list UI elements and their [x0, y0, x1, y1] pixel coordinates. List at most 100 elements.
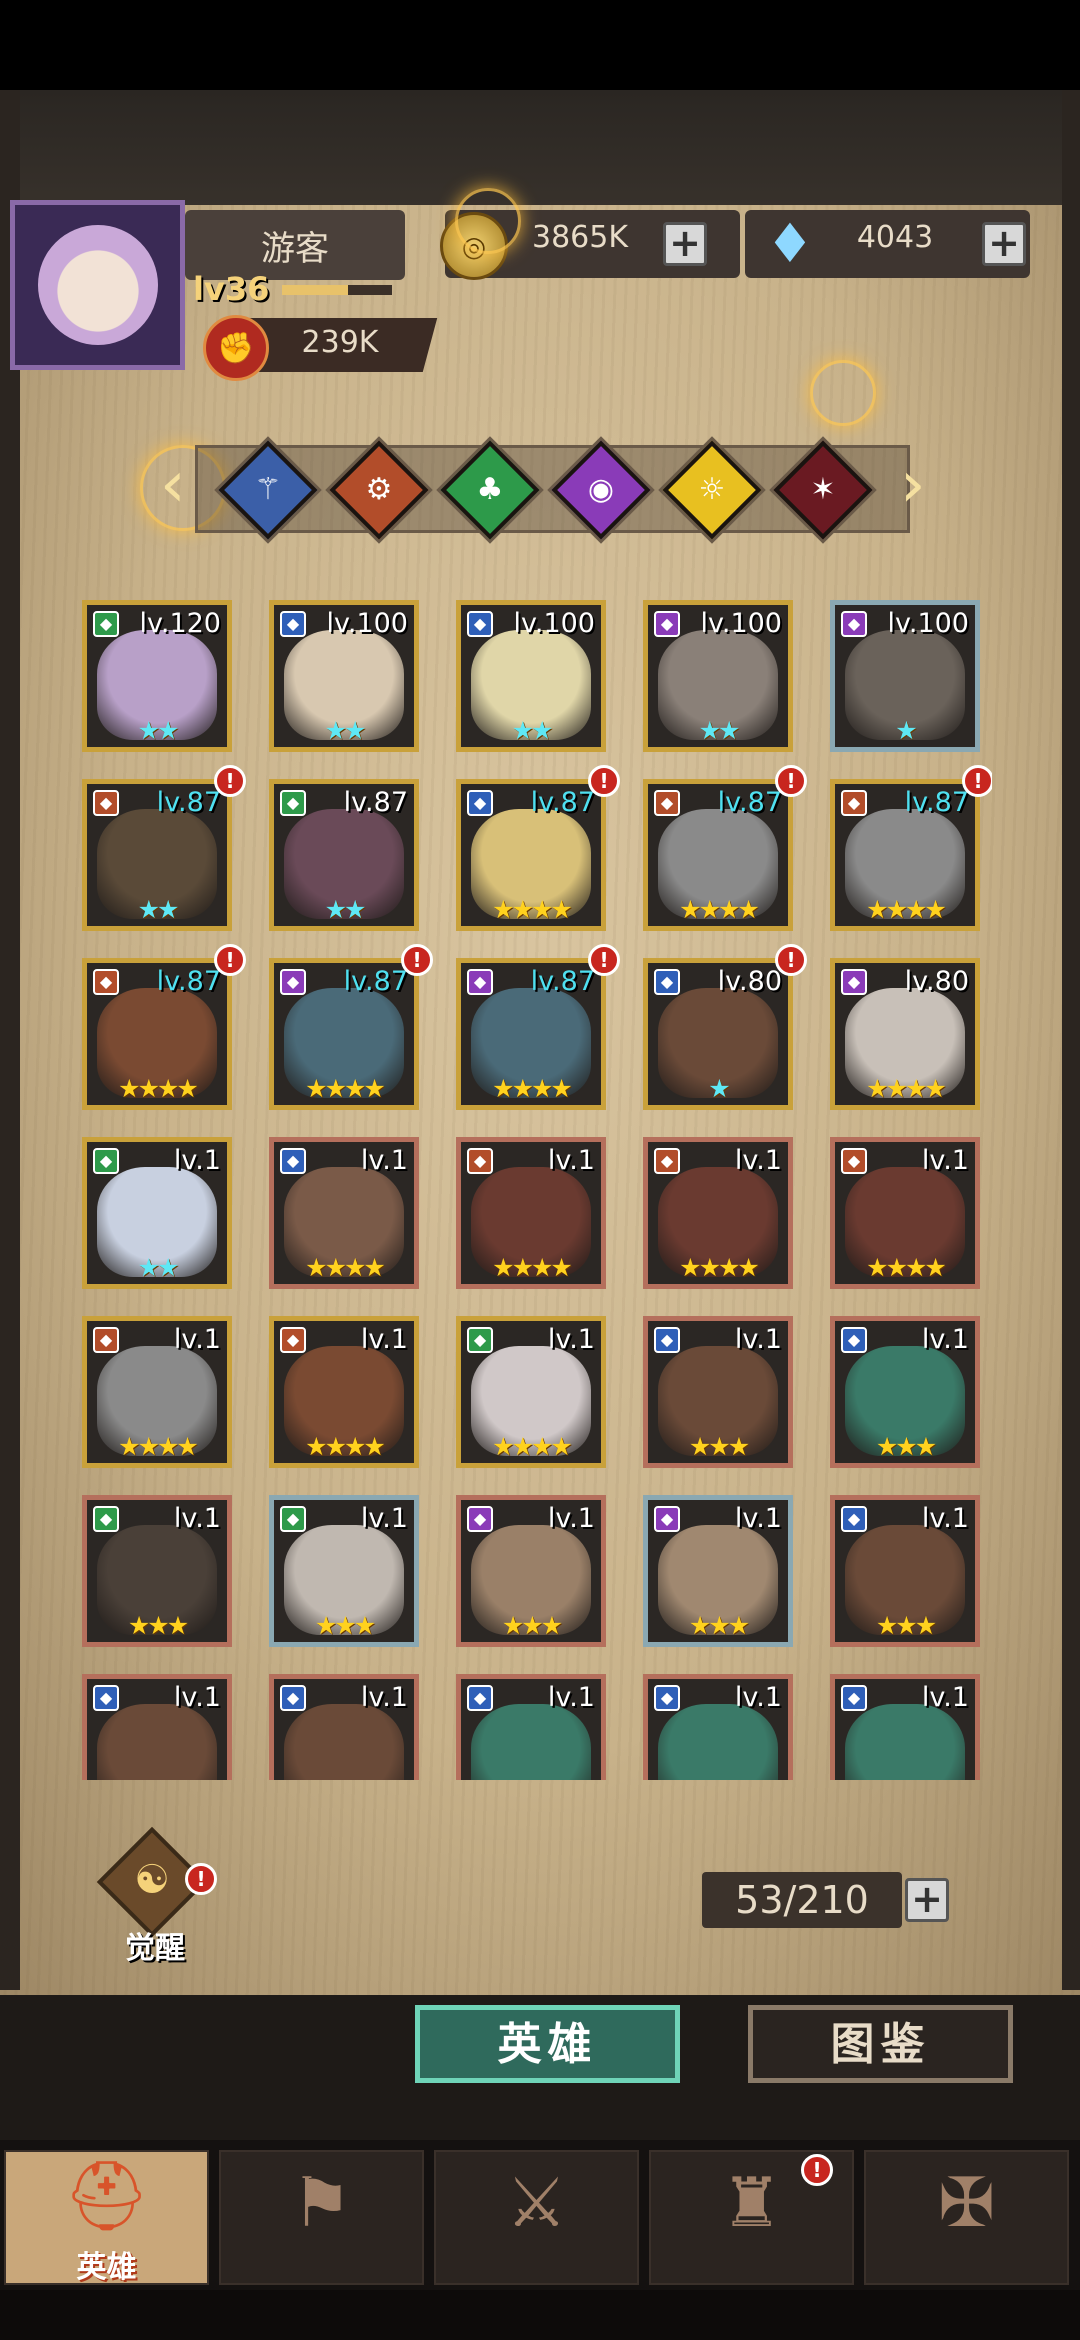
power-value: 239K	[301, 325, 379, 360]
hero-class-icon: ◆	[841, 1506, 867, 1532]
hero-star-rating: ★★★★	[118, 1074, 199, 1103]
hero-card[interactable]: ◆ lv.1	[269, 1674, 419, 1780]
hero-class-icon: ◆	[841, 1148, 867, 1174]
hero-card[interactable]: ◆ lv.87 ★★★★	[456, 958, 606, 1110]
hero-level: lv.80	[904, 966, 969, 997]
hero-card[interactable]: ◆ lv.1 ★★★★	[643, 1137, 793, 1289]
hero-card[interactable]: ◆ lv.1 ★★★★	[456, 1316, 606, 1468]
hero-card[interactable]: ◆ lv.80 ★★★★	[830, 958, 980, 1110]
nav-item-knight-helmet[interactable]: ⛑ 英雄	[4, 2150, 209, 2285]
hero-level: lv.1	[547, 1682, 595, 1713]
hero-star-rating: ★★★★	[492, 1074, 573, 1103]
hero-star-rating: ★★★★	[679, 895, 760, 924]
hero-class-icon: ◆	[841, 611, 867, 637]
hero-class-icon: ◆	[654, 790, 680, 816]
nav-item-banner-flag[interactable]: ⚑	[219, 2150, 424, 2285]
hero-card[interactable]: ◆ lv.1	[456, 1674, 606, 1780]
hero-level: lv.1	[173, 1324, 221, 1355]
hero-class-icon: ◆	[654, 1148, 680, 1174]
hero-class-icon: ◆	[280, 1148, 306, 1174]
hero-card[interactable]: ◆ lv.87 ★★★★	[643, 779, 793, 931]
eye-icon: ◉	[587, 472, 615, 507]
hero-level: lv.1	[173, 1145, 221, 1176]
add-gold-button[interactable]: +	[663, 222, 707, 266]
awaken-button[interactable]: ☯ 觉醒 !	[95, 1826, 217, 1966]
clover-icon: ♣	[476, 472, 504, 507]
hero-level: lv.87	[343, 966, 408, 997]
alert-badge: !	[401, 944, 433, 976]
hero-class-icon: ◆	[467, 611, 493, 637]
hero-class-icon: ◆	[280, 1506, 306, 1532]
nav-item-castle-tower[interactable]: ♜!	[649, 2150, 854, 2285]
hero-star-rating: ★★★★	[118, 1432, 199, 1461]
hero-card[interactable]: ◆ lv.87 ★★	[82, 779, 232, 931]
hero-class-icon: ◆	[93, 790, 119, 816]
hero-card[interactable]: ◆ lv.87 ★★	[269, 779, 419, 931]
hero-card[interactable]: ◆ lv.1 ★★★	[643, 1316, 793, 1468]
tab-heroes[interactable]: 英雄	[415, 2005, 680, 2083]
hero-card[interactable]: ◆ lv.1 ★★★	[830, 1316, 980, 1468]
hero-card[interactable]: ◆ lv.1 ★★	[82, 1137, 232, 1289]
hero-level: lv.1	[734, 1682, 782, 1713]
hero-count-text: 53/210	[735, 1878, 869, 1922]
hero-star-rating: ★★★★	[492, 1253, 573, 1282]
hero-card[interactable]: ◆ lv.87 ★★★★	[456, 779, 606, 931]
hero-level: lv.1	[734, 1324, 782, 1355]
alert-badge: !	[588, 944, 620, 976]
hero-card[interactable]: ◆ lv.1	[643, 1674, 793, 1780]
hero-card[interactable]: ◆ lv.1 ★★★★	[269, 1137, 419, 1289]
hero-card[interactable]: ◆ lv.100 ★★	[456, 600, 606, 752]
hero-card[interactable]: ◆ lv.87 ★★★★	[830, 779, 980, 931]
hero-class-icon: ◆	[467, 790, 493, 816]
hero-card[interactable]: ◆ lv.1 ★★★★	[456, 1137, 606, 1289]
hero-class-icon: ◆	[280, 611, 306, 637]
hero-level: lv.87	[156, 966, 221, 997]
hero-card[interactable]: ◆ lv.120 ★★	[82, 600, 232, 752]
status-bar	[0, 0, 1080, 90]
hero-card[interactable]: ◆ lv.1 ★★★★	[269, 1316, 419, 1468]
hero-card[interactable]: ◆ lv.100 ★★	[643, 600, 793, 752]
hero-level: lv.1	[547, 1324, 595, 1355]
hero-star-rating: ★★	[324, 895, 367, 924]
hero-level: lv.87	[343, 787, 408, 818]
hero-card[interactable]: ◆ lv.1	[82, 1674, 232, 1780]
hero-class-icon: ◆	[280, 1685, 306, 1711]
hero-level: lv.1	[921, 1682, 969, 1713]
arrow-right-icon[interactable]: ›	[900, 448, 926, 522]
hero-card[interactable]: ◆ lv.100 ★★	[269, 600, 419, 752]
add-gems-button[interactable]: +	[982, 222, 1026, 266]
expand-slots-button[interactable]: +	[905, 1878, 949, 1922]
hero-card[interactable]: ◆ lv.1	[830, 1674, 980, 1780]
fist-icon: ✊	[203, 315, 269, 381]
hero-card[interactable]: ◆ lv.80 ★	[643, 958, 793, 1110]
hero-level: lv.1	[921, 1503, 969, 1534]
hero-card[interactable]: ◆ lv.1 ★★★	[269, 1495, 419, 1647]
hero-card[interactable]: ◆ lv.100 ★	[830, 600, 980, 752]
tab-codex[interactable]: 图鉴	[748, 2005, 1013, 2083]
hero-star-rating: ★★★★	[866, 1074, 947, 1103]
hero-card[interactable]: ◆ lv.1 ★★★	[82, 1495, 232, 1647]
hero-level: lv.87	[156, 787, 221, 818]
arrow-left-icon[interactable]: ‹	[160, 448, 186, 522]
alert-badge: !	[801, 2154, 833, 2186]
hero-level: lv.1	[734, 1503, 782, 1534]
hero-card[interactable]: ◆ lv.1 ★★★★	[830, 1137, 980, 1289]
hero-card[interactable]: ◆ lv.1 ★★★	[456, 1495, 606, 1647]
alert-badge: !	[775, 944, 807, 976]
hero-card[interactable]: ◆ lv.1 ★★★	[643, 1495, 793, 1647]
hero-card[interactable]: ◆ lv.1 ★★★	[830, 1495, 980, 1647]
hero-level: lv.1	[173, 1503, 221, 1534]
hero-card[interactable]: ◆ lv.1 ★★★★	[82, 1316, 232, 1468]
gold-value: 3865K	[531, 220, 629, 255]
nav-item-crossed-swords[interactable]: ⚔	[434, 2150, 639, 2285]
nav-item-guild-handshake[interactable]: ✠	[864, 2150, 1069, 2285]
player-level: lv36	[193, 270, 270, 308]
top-band	[0, 90, 1080, 205]
player-avatar[interactable]	[10, 200, 185, 370]
hero-card[interactable]: ◆ lv.87 ★★★★	[269, 958, 419, 1110]
hero-class-icon: ◆	[280, 790, 306, 816]
nav-item-label: 英雄	[76, 2250, 137, 2285]
hero-class-icon: ◆	[93, 1327, 119, 1353]
hero-level: lv.87	[530, 966, 595, 997]
hero-card[interactable]: ◆ lv.87 ★★★★	[82, 958, 232, 1110]
